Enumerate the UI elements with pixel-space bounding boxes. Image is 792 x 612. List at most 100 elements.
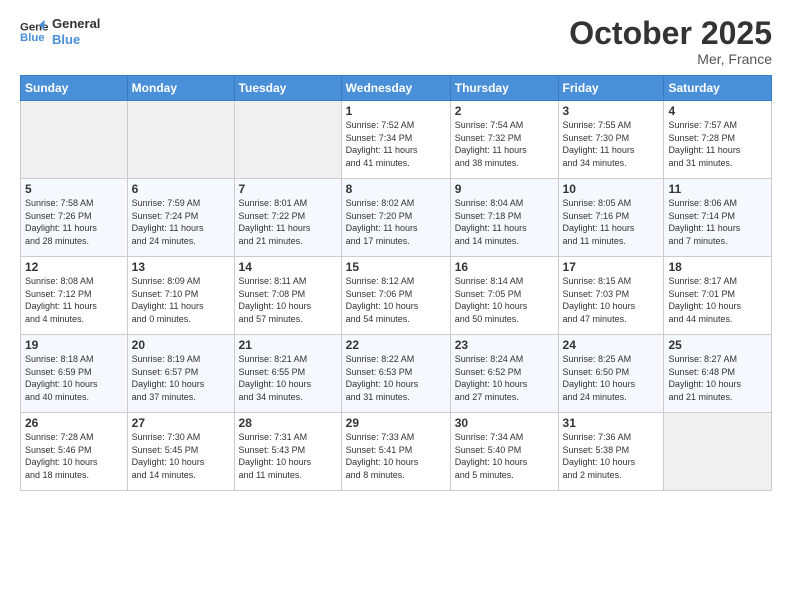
calendar-cell: 1Sunrise: 7:52 AM Sunset: 7:34 PM Daylig…	[341, 101, 450, 179]
calendar-cell: 12Sunrise: 8:08 AM Sunset: 7:12 PM Dayli…	[21, 257, 128, 335]
calendar-cell	[664, 413, 772, 491]
day-number: 15	[346, 260, 446, 274]
day-number: 26	[25, 416, 123, 430]
calendar-cell: 24Sunrise: 8:25 AM Sunset: 6:50 PM Dayli…	[558, 335, 664, 413]
day-number: 25	[668, 338, 767, 352]
calendar-cell: 3Sunrise: 7:55 AM Sunset: 7:30 PM Daylig…	[558, 101, 664, 179]
col-friday: Friday	[558, 76, 664, 101]
calendar-cell: 20Sunrise: 8:19 AM Sunset: 6:57 PM Dayli…	[127, 335, 234, 413]
day-info: Sunrise: 8:27 AM Sunset: 6:48 PM Dayligh…	[668, 353, 767, 403]
calendar-cell: 15Sunrise: 8:12 AM Sunset: 7:06 PM Dayli…	[341, 257, 450, 335]
col-monday: Monday	[127, 76, 234, 101]
day-info: Sunrise: 8:21 AM Sunset: 6:55 PM Dayligh…	[239, 353, 337, 403]
day-info: Sunrise: 7:55 AM Sunset: 7:30 PM Dayligh…	[563, 119, 660, 169]
day-number: 11	[668, 182, 767, 196]
month-title: October 2025	[569, 16, 772, 51]
calendar-cell: 9Sunrise: 8:04 AM Sunset: 7:18 PM Daylig…	[450, 179, 558, 257]
day-info: Sunrise: 8:24 AM Sunset: 6:52 PM Dayligh…	[455, 353, 554, 403]
day-number: 1	[346, 104, 446, 118]
day-number: 31	[563, 416, 660, 430]
col-saturday: Saturday	[664, 76, 772, 101]
day-number: 7	[239, 182, 337, 196]
day-info: Sunrise: 8:25 AM Sunset: 6:50 PM Dayligh…	[563, 353, 660, 403]
day-info: Sunrise: 7:34 AM Sunset: 5:40 PM Dayligh…	[455, 431, 554, 481]
day-number: 6	[132, 182, 230, 196]
day-info: Sunrise: 8:11 AM Sunset: 7:08 PM Dayligh…	[239, 275, 337, 325]
logo: General Blue General Blue	[20, 16, 100, 47]
calendar-cell: 14Sunrise: 8:11 AM Sunset: 7:08 PM Dayli…	[234, 257, 341, 335]
day-number: 20	[132, 338, 230, 352]
calendar-cell: 29Sunrise: 7:33 AM Sunset: 5:41 PM Dayli…	[341, 413, 450, 491]
day-info: Sunrise: 7:36 AM Sunset: 5:38 PM Dayligh…	[563, 431, 660, 481]
calendar-cell	[234, 101, 341, 179]
day-number: 5	[25, 182, 123, 196]
calendar-cell: 23Sunrise: 8:24 AM Sunset: 6:52 PM Dayli…	[450, 335, 558, 413]
day-number: 27	[132, 416, 230, 430]
week-row-1: 1Sunrise: 7:52 AM Sunset: 7:34 PM Daylig…	[21, 101, 772, 179]
day-info: Sunrise: 8:19 AM Sunset: 6:57 PM Dayligh…	[132, 353, 230, 403]
calendar-cell: 6Sunrise: 7:59 AM Sunset: 7:24 PM Daylig…	[127, 179, 234, 257]
week-row-3: 12Sunrise: 8:08 AM Sunset: 7:12 PM Dayli…	[21, 257, 772, 335]
page-container: General Blue General Blue October 2025 M…	[0, 0, 792, 501]
week-row-2: 5Sunrise: 7:58 AM Sunset: 7:26 PM Daylig…	[21, 179, 772, 257]
day-info: Sunrise: 8:01 AM Sunset: 7:22 PM Dayligh…	[239, 197, 337, 247]
calendar-cell: 27Sunrise: 7:30 AM Sunset: 5:45 PM Dayli…	[127, 413, 234, 491]
calendar-cell	[21, 101, 128, 179]
col-thursday: Thursday	[450, 76, 558, 101]
calendar-cell: 18Sunrise: 8:17 AM Sunset: 7:01 PM Dayli…	[664, 257, 772, 335]
calendar-cell: 22Sunrise: 8:22 AM Sunset: 6:53 PM Dayli…	[341, 335, 450, 413]
day-info: Sunrise: 8:14 AM Sunset: 7:05 PM Dayligh…	[455, 275, 554, 325]
col-wednesday: Wednesday	[341, 76, 450, 101]
day-info: Sunrise: 8:05 AM Sunset: 7:16 PM Dayligh…	[563, 197, 660, 247]
day-number: 29	[346, 416, 446, 430]
week-row-5: 26Sunrise: 7:28 AM Sunset: 5:46 PM Dayli…	[21, 413, 772, 491]
calendar-cell: 19Sunrise: 8:18 AM Sunset: 6:59 PM Dayli…	[21, 335, 128, 413]
day-info: Sunrise: 7:57 AM Sunset: 7:28 PM Dayligh…	[668, 119, 767, 169]
calendar-cell: 11Sunrise: 8:06 AM Sunset: 7:14 PM Dayli…	[664, 179, 772, 257]
day-number: 17	[563, 260, 660, 274]
day-number: 8	[346, 182, 446, 196]
day-number: 10	[563, 182, 660, 196]
day-number: 13	[132, 260, 230, 274]
calendar-cell: 25Sunrise: 8:27 AM Sunset: 6:48 PM Dayli…	[664, 335, 772, 413]
day-number: 16	[455, 260, 554, 274]
logo-blue: Blue	[52, 32, 80, 47]
day-number: 12	[25, 260, 123, 274]
calendar-cell: 8Sunrise: 8:02 AM Sunset: 7:20 PM Daylig…	[341, 179, 450, 257]
svg-text:Blue: Blue	[20, 31, 45, 43]
day-number: 19	[25, 338, 123, 352]
day-number: 23	[455, 338, 554, 352]
day-number: 30	[455, 416, 554, 430]
day-info: Sunrise: 8:17 AM Sunset: 7:01 PM Dayligh…	[668, 275, 767, 325]
day-info: Sunrise: 8:22 AM Sunset: 6:53 PM Dayligh…	[346, 353, 446, 403]
calendar-cell: 28Sunrise: 7:31 AM Sunset: 5:43 PM Dayli…	[234, 413, 341, 491]
day-info: Sunrise: 7:33 AM Sunset: 5:41 PM Dayligh…	[346, 431, 446, 481]
day-number: 22	[346, 338, 446, 352]
calendar-cell: 21Sunrise: 8:21 AM Sunset: 6:55 PM Dayli…	[234, 335, 341, 413]
calendar-cell: 31Sunrise: 7:36 AM Sunset: 5:38 PM Dayli…	[558, 413, 664, 491]
day-number: 21	[239, 338, 337, 352]
week-row-4: 19Sunrise: 8:18 AM Sunset: 6:59 PM Dayli…	[21, 335, 772, 413]
calendar-cell: 4Sunrise: 7:57 AM Sunset: 7:28 PM Daylig…	[664, 101, 772, 179]
day-info: Sunrise: 7:59 AM Sunset: 7:24 PM Dayligh…	[132, 197, 230, 247]
calendar-cell: 2Sunrise: 7:54 AM Sunset: 7:32 PM Daylig…	[450, 101, 558, 179]
day-number: 3	[563, 104, 660, 118]
calendar-cell: 26Sunrise: 7:28 AM Sunset: 5:46 PM Dayli…	[21, 413, 128, 491]
day-info: Sunrise: 7:30 AM Sunset: 5:45 PM Dayligh…	[132, 431, 230, 481]
day-info: Sunrise: 8:12 AM Sunset: 7:06 PM Dayligh…	[346, 275, 446, 325]
day-info: Sunrise: 7:54 AM Sunset: 7:32 PM Dayligh…	[455, 119, 554, 169]
calendar-cell: 7Sunrise: 8:01 AM Sunset: 7:22 PM Daylig…	[234, 179, 341, 257]
calendar-cell: 13Sunrise: 8:09 AM Sunset: 7:10 PM Dayli…	[127, 257, 234, 335]
logo-icon: General Blue	[20, 18, 48, 46]
day-number: 9	[455, 182, 554, 196]
col-sunday: Sunday	[21, 76, 128, 101]
day-number: 2	[455, 104, 554, 118]
calendar-cell: 17Sunrise: 8:15 AM Sunset: 7:03 PM Dayli…	[558, 257, 664, 335]
col-tuesday: Tuesday	[234, 76, 341, 101]
day-number: 24	[563, 338, 660, 352]
calendar: Sunday Monday Tuesday Wednesday Thursday…	[20, 75, 772, 491]
day-info: Sunrise: 8:04 AM Sunset: 7:18 PM Dayligh…	[455, 197, 554, 247]
location: Mer, France	[569, 51, 772, 67]
logo-general: General	[52, 16, 100, 31]
day-info: Sunrise: 7:52 AM Sunset: 7:34 PM Dayligh…	[346, 119, 446, 169]
